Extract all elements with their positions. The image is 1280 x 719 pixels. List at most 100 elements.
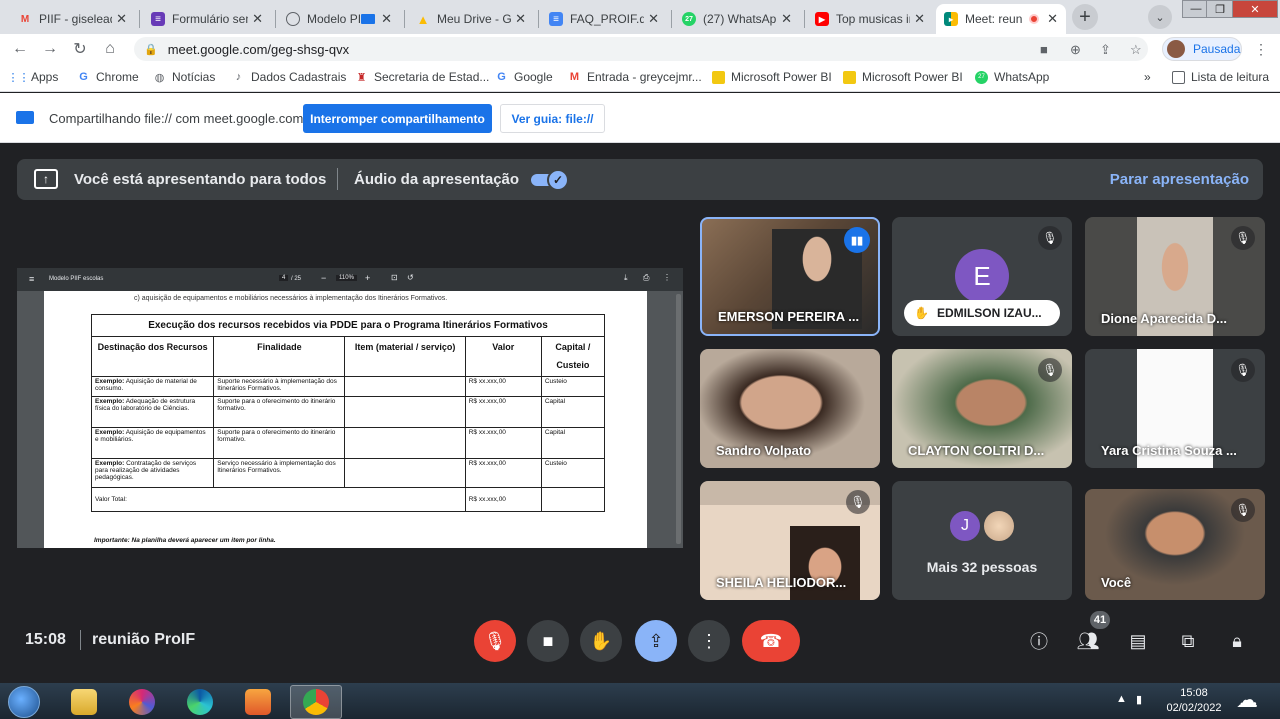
back-button[interactable]: ← [10,39,30,59]
close-tab-icon[interactable]: ✕ [116,11,127,27]
tab-gmail[interactable]: M PIIF - giseleadi ✕ [10,4,135,34]
info-icon: ⓘ [1030,632,1048,652]
screen-share-indicator-icon [361,14,376,24]
participant-tile[interactable]: 🎙︎ CLAYTON COLTRI D... [892,349,1072,468]
tab-forms[interactable]: ≡ Formulário sem ✕ [143,4,271,34]
close-window-button[interactable]: ✕ [1232,0,1278,18]
start-button[interactable] [8,686,40,718]
bookmark-dados[interactable]: ♪ Dados Cadastrais [232,70,347,84]
participant-tile[interactable]: J Mais 32 pessoas [892,481,1072,600]
participant-tile[interactable]: Sandro Volpato [700,349,880,468]
stop-sharing-button[interactable]: Interromper compartilhamento [303,104,492,133]
network-icon[interactable]: ▮ [1136,693,1142,706]
host-controls-button[interactable]: 🔒︎ [1224,628,1250,654]
fit-page-icon[interactable]: ⊡ [391,273,398,282]
leave-call-button[interactable]: ☎ [742,620,800,662]
mic-toggle-button[interactable]: 🎙︎ [474,620,516,662]
bookmark-apps[interactable]: ⋮⋮ Apps [8,70,59,84]
stop-presenting-button[interactable]: Parar apresentação [1110,171,1249,188]
globe-icon: ◍ [154,71,165,84]
tab-meet[interactable]: ▸ Meet: reun ✕ [936,4,1066,34]
activities-button[interactable]: ⧉ [1175,628,1201,654]
home-button[interactable]: ⌂ [100,39,120,59]
forward-button[interactable]: → [40,39,60,59]
people-button[interactable]: 👥︎ [1075,628,1101,654]
participant-tile[interactable]: 🎙︎ Dione Aparecida D... [1085,217,1265,336]
share-icon[interactable]: ⇪ [1100,42,1111,58]
presentation-audio-toggle[interactable]: ✓ [529,169,569,191]
zoom-icon[interactable]: ⊕ [1070,42,1081,58]
avatar: E [955,249,1009,303]
tab-youtube[interactable]: ▶ Top musicas in ✕ [807,4,933,34]
participant-tile[interactable]: 🎙︎ Yara Cristina Souza ... [1085,349,1265,468]
show-hidden-icons[interactable]: ▲ [1116,693,1127,705]
participant-tile[interactable]: 🎙︎ E ✋ EDMILSON IZAU... [892,217,1072,336]
close-tab-icon[interactable]: ✕ [381,11,392,27]
bookmark-noticias[interactable]: ◍ Notícias [153,70,216,84]
bookmark-powerbi-1[interactable]: Microsoft Power BI [712,70,832,84]
taskbar-media[interactable] [232,685,284,719]
system-clock[interactable]: 15:08 02/02/2022 [1164,686,1224,716]
bookmark-powerbi-2[interactable]: Microsoft Power BI [843,70,963,84]
close-tab-icon[interactable]: ✕ [781,11,792,27]
folder-icon [71,689,97,715]
taskbar-edge[interactable] [174,685,226,719]
chat-icon: ▤ [1129,630,1147,651]
maximize-button[interactable]: ❐ [1206,0,1234,18]
tab-label: Formulário sem [172,12,249,26]
weather-icon[interactable]: ☁ [1236,687,1258,713]
camera-toggle-button[interactable]: ■ [527,620,569,662]
print-icon[interactable]: ⎙ [643,273,649,283]
column-header: Valor [464,336,542,377]
bookmark-whatsapp[interactable]: 27 WhatsApp [975,70,1049,84]
present-now-button[interactable]: ⇪ [635,620,677,662]
close-tab-icon[interactable]: ✕ [252,11,263,27]
reading-list[interactable]: Lista de leitura [1172,70,1269,84]
close-tab-icon[interactable]: ✕ [914,11,925,27]
bookmark-secretaria[interactable]: ♜ Secretaria de Estad... [355,70,490,84]
taskbar-app-swirl[interactable] [116,685,168,719]
tab-whatsapp[interactable]: 27 (27) WhatsApp ✕ [674,4,800,34]
bookmark-entrada[interactable]: M Entrada - greycejmr... [568,70,702,84]
zoom-out-icon[interactable]: − [321,273,326,283]
pdf-scrollbar[interactable] [676,294,681,544]
close-tab-icon[interactable]: ✕ [515,11,526,27]
url-field[interactable]: 🔒 meet.google.com/geg-shsg-qvx [134,37,1148,61]
zoom-level[interactable]: 110% [336,275,357,281]
bookmark-chrome[interactable]: G Chrome [77,70,138,84]
tab-modelo[interactable]: Modelo PI ✕ [278,4,400,34]
participant-tile[interactable]: 🎙︎ SHEILA HELIODOR... [700,481,880,600]
close-tab-icon[interactable]: ✕ [648,11,659,27]
present-screen-icon: ⇪ [648,630,664,651]
close-tab-icon[interactable]: ✕ [1047,11,1058,27]
tab-docs[interactable]: ≡ FAQ_PROIF.do ✕ [541,4,667,34]
important-note: Importante: Na planilha deverá aparecer … [94,537,276,544]
participant-tile[interactable]: ▮▮ EMERSON PEREIRA ... [700,217,880,336]
share-banner: Compartilhando file:// com meet.google.c… [0,93,1280,143]
meeting-details-button[interactable]: ⓘ [1026,628,1052,654]
new-tab-button[interactable]: + [1072,4,1098,30]
page-number[interactable]: 4 [279,275,289,281]
reload-button[interactable]: ↻ [70,39,90,59]
rotate-icon[interactable]: ↺ [407,273,414,282]
powerbi-icon [712,70,725,84]
download-icon[interactable]: ⤓ [624,273,628,283]
raise-hand-button[interactable]: ✋ [580,620,622,662]
chrome-menu-icon[interactable]: ⋮ [1254,41,1268,58]
tab-drive[interactable]: ▲ Meu Drive - Go ✕ [408,4,534,34]
camera-icon[interactable]: ■ [1040,42,1048,57]
taskbar-chrome[interactable] [290,685,342,719]
zoom-in-icon[interactable]: + [365,273,370,283]
participant-tile[interactable]: 🎙︎ Você [1085,489,1265,600]
tab-search-button[interactable]: ⌄ [1148,5,1172,29]
more-options-button[interactable]: ⋮ [688,620,730,662]
chat-button[interactable]: ▤ [1125,628,1151,654]
view-tab-button[interactable]: Ver guia: file:// [500,104,605,133]
taskbar-explorer[interactable] [58,685,110,719]
more-bookmarks-icon[interactable]: » [1144,70,1151,84]
bookmark-star-icon[interactable]: ☆ [1130,42,1142,58]
bookmark-google[interactable]: G Google [495,70,552,84]
hamburger-menu-icon[interactable]: ≡ [29,274,34,284]
profile-button[interactable]: Pausada [1162,37,1242,61]
more-options-icon[interactable]: ⋮ [663,273,671,282]
